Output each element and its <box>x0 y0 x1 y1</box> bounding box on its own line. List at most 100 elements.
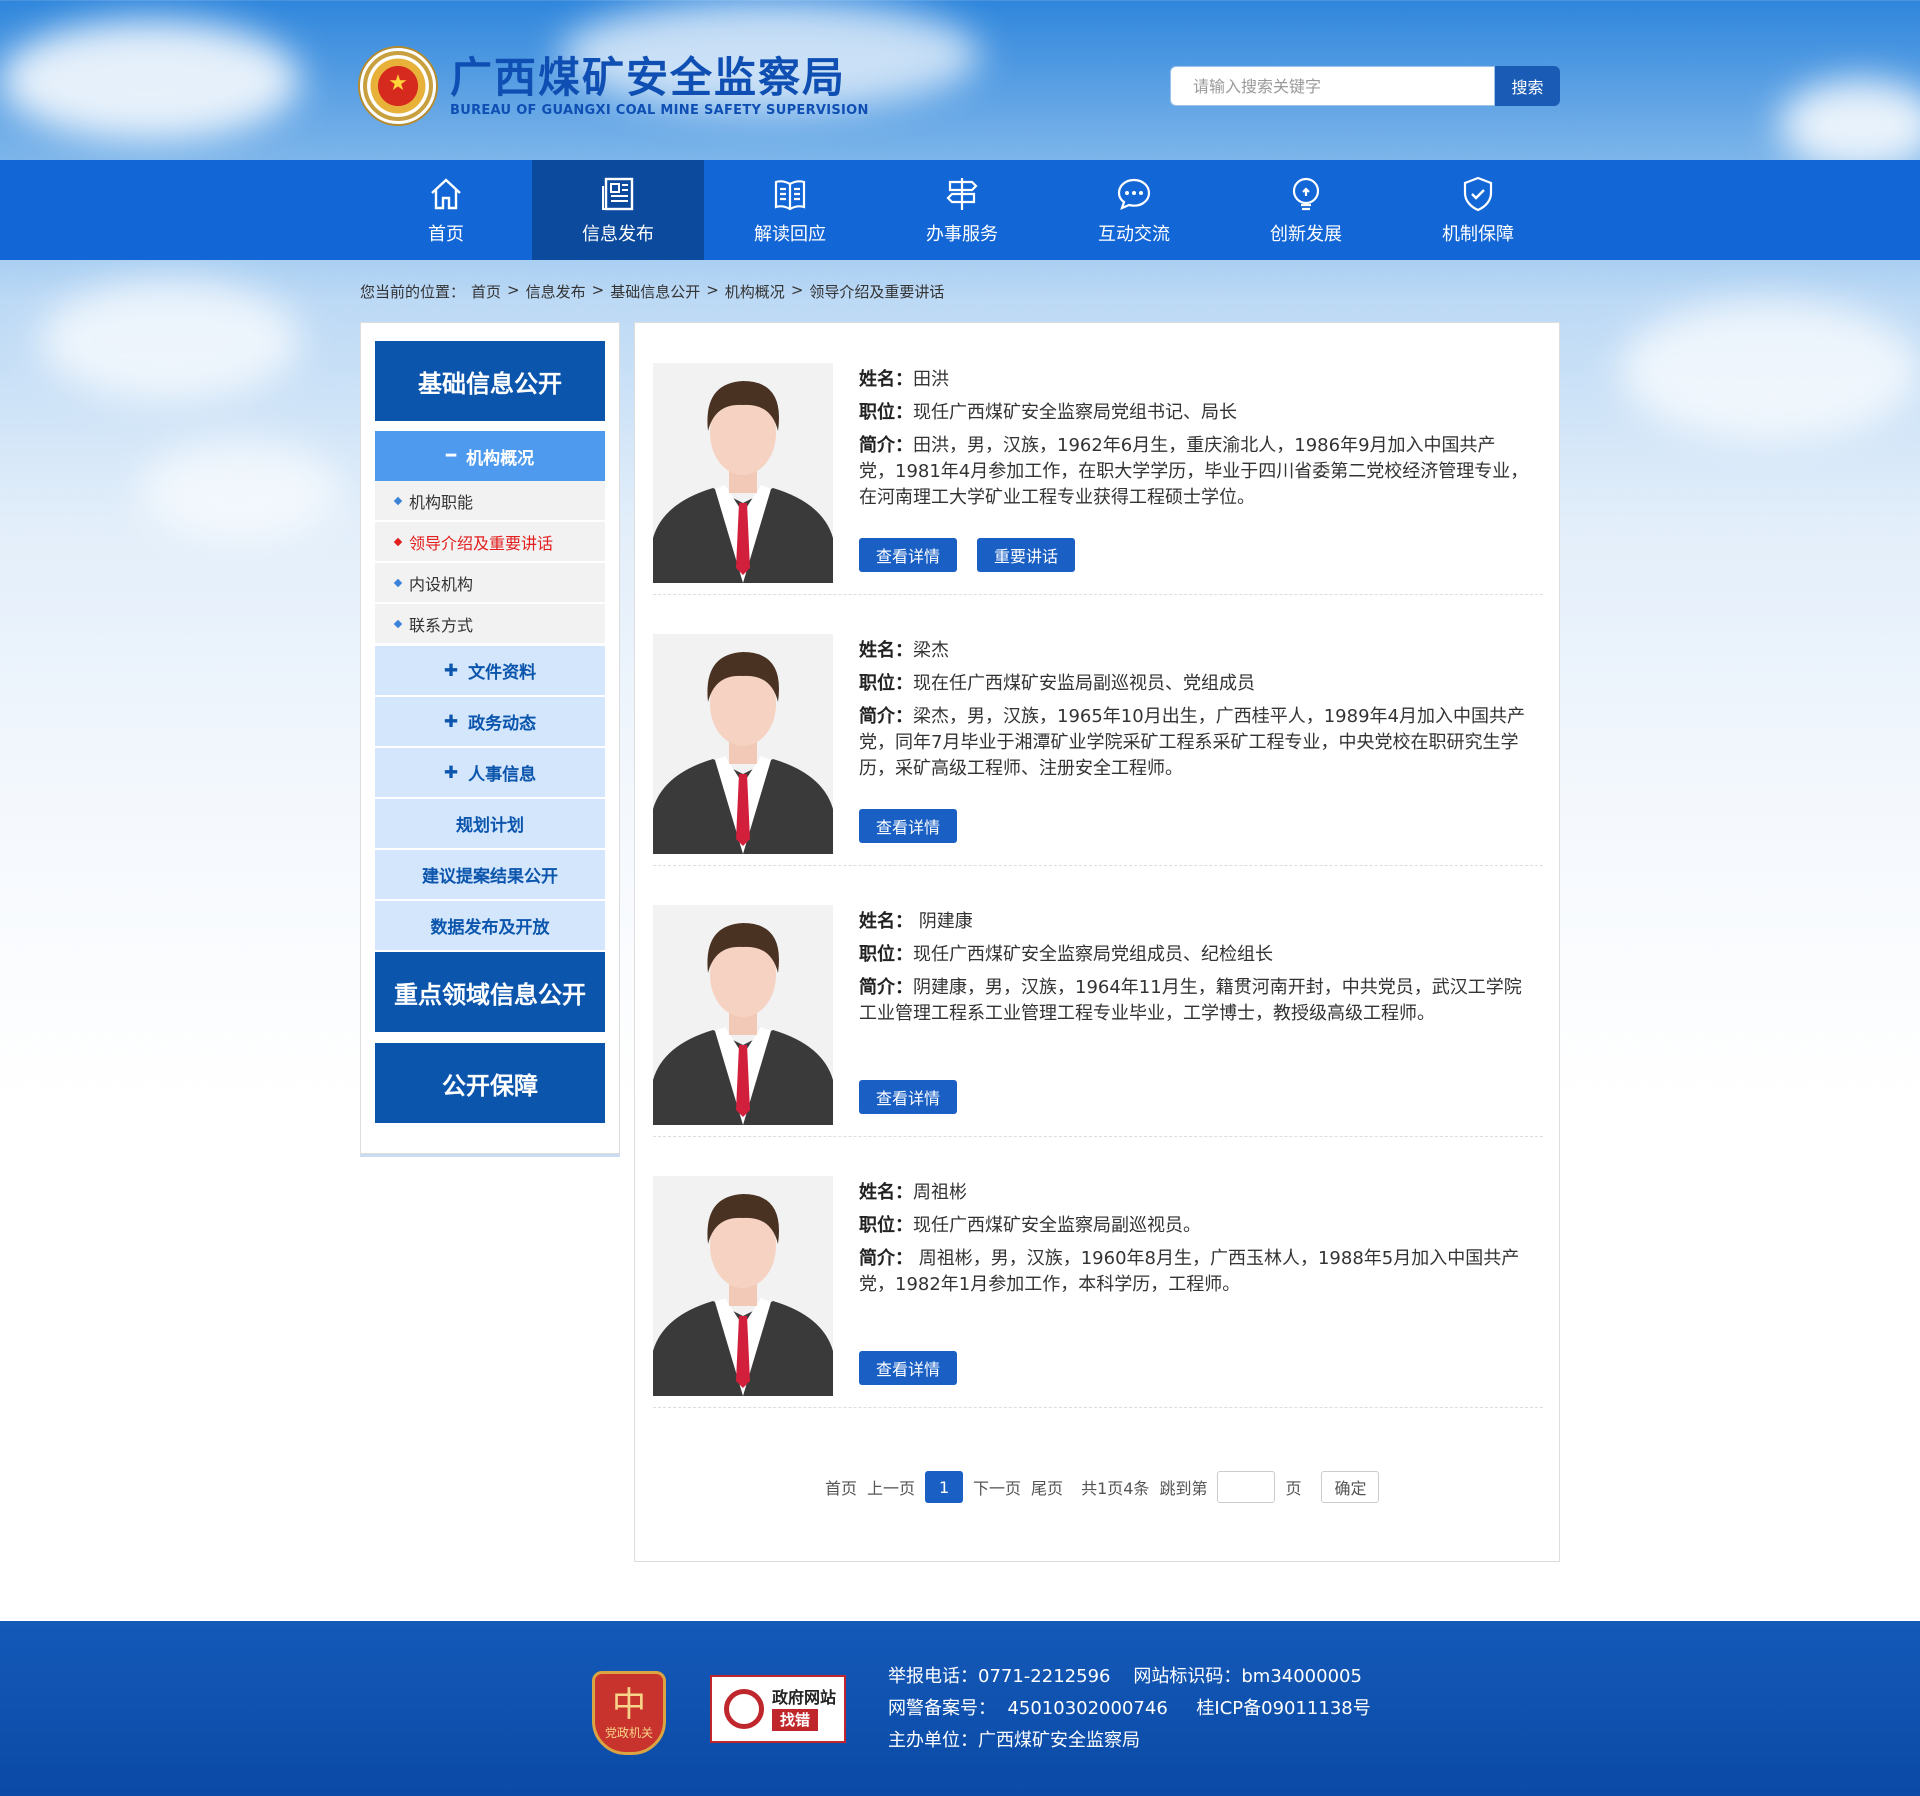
sidebar-item-proposals[interactable]: 建议提案结果公开 <box>375 850 605 900</box>
leader-avatar <box>653 363 833 583</box>
breadcrumb-link[interactable]: 信息发布 <box>526 281 586 302</box>
diamond-bullet-icon <box>393 496 403 505</box>
gov-site-error-badge[interactable]: 政府网站 找错 <box>710 1675 846 1743</box>
nav-innovation[interactable]: 创新发展 <box>1220 160 1392 260</box>
breadcrumb-link[interactable]: 首页 <box>471 281 501 302</box>
sidebar-section-key-areas[interactable]: 重点领域信息公开 <box>375 952 605 1032</box>
minus-icon: ━ <box>445 446 457 466</box>
sidebar-leaf-contact[interactable]: 联系方式 <box>375 604 605 644</box>
sidebar-item-gov-news[interactable]: ✚ 政务动态 <box>375 697 605 747</box>
leader-card: 姓名： 阴建康 职位：现任广西煤矿安全监察局党组成员、纪检组长 简介：阴建康，男… <box>653 865 1543 1137</box>
leader-avatar <box>653 905 833 1125</box>
footer: 中 党政机关 政府网站 找错 举报电话：0771-2212596 网站标识码：b… <box>0 1621 1920 1796</box>
sidebar-leaf-leaders[interactable]: 领导介绍及重要讲话 <box>375 522 605 562</box>
cloud-decoration <box>1780 80 1920 170</box>
book-icon <box>774 180 806 211</box>
first-page-link[interactable]: 首页 <box>825 1475 857 1499</box>
sidebar-leaf-functions[interactable]: 机构职能 <box>375 481 605 521</box>
position-label: 职位： <box>859 673 913 694</box>
main-nav: 首页 信息发布 解读回应 办事服务 互动交流 创新发展 机制保障 <box>0 160 1920 260</box>
view-details-button[interactable]: 查看详情 <box>859 1080 958 1114</box>
breadcrumb-current[interactable]: 领导介绍及重要讲话 <box>809 281 944 302</box>
sidebar-item-data-release[interactable]: 数据发布及开放 <box>375 901 605 951</box>
breadcrumb-separator: > <box>507 281 520 299</box>
sidebar-section-guarantee[interactable]: 公开保障 <box>375 1043 605 1123</box>
name-label: 姓名： <box>859 1182 913 1203</box>
party-gov-badge[interactable]: 中 党政机关 <box>592 1671 666 1755</box>
site-title-en: BUREAU OF GUANGXI COAL MINE SAFETY SUPER… <box>450 102 869 118</box>
next-page-link[interactable]: 下一页 <box>973 1475 1021 1499</box>
leader-list: 姓名：田洪 职位：现任广西煤矿安全监察局党组书记、局长 简介：田洪，男，汉族，1… <box>634 322 1560 1562</box>
party-gov-emblem-icon: 中 <box>612 1684 646 1725</box>
leader-intro: 田洪，男，汉族，1962年6月生，重庆渝北人，1986年9月加入中国共产党，19… <box>859 435 1529 508</box>
sidebar-leaf-departments[interactable]: 内设机构 <box>375 563 605 603</box>
intro-label: 简介： <box>859 1248 913 1269</box>
leader-name: 田洪 <box>913 369 949 390</box>
home-icon <box>431 178 461 210</box>
nav-services[interactable]: 办事服务 <box>876 160 1048 260</box>
view-details-button[interactable]: 查看详情 <box>859 809 958 843</box>
sidebar-item-planning[interactable]: 规划计划 <box>375 799 605 849</box>
cloud-decoration <box>1620 300 1920 440</box>
important-speech-button[interactable]: 重要讲话 <box>977 538 1076 572</box>
leader-intro: 阴建康，男，汉族，1964年11月生，籍贯河南开封，中共党员，武汉工学院工业管理… <box>859 977 1522 1024</box>
intro-label: 简介： <box>859 706 913 727</box>
nav-label: 办事服务 <box>926 224 998 245</box>
diamond-bullet-icon <box>393 537 403 546</box>
chat-icon <box>1117 178 1151 210</box>
badge-label: 政府网站 <box>772 1688 837 1707</box>
badge-label: 党政机关 <box>604 1725 653 1740</box>
sidebar-leaf-label: 内设机构 <box>409 574 474 594</box>
nav-label: 机制保障 <box>1442 224 1514 245</box>
breadcrumb-link[interactable]: 机构概况 <box>725 281 785 302</box>
name-label: 姓名： <box>859 911 913 932</box>
view-details-button[interactable]: 查看详情 <box>859 1351 958 1385</box>
breadcrumb-link[interactable]: 基础信息公开 <box>610 281 700 302</box>
leader-card: 姓名：梁杰 职位：现在任广西煤矿安监局副巡视员、党组成员 简介：梁杰，男，汉族，… <box>653 594 1543 866</box>
leader-intro: 周祖彬，男，汉族，1960年8月生，广西玉林人，1988年5月加入中国共产党，1… <box>859 1248 1520 1295</box>
leader-intro: 梁杰，男，汉族，1965年10月出生，广西桂平人，1989年4月加入中国共产党，… <box>859 706 1525 779</box>
leader-name: 阴建康 <box>913 911 973 932</box>
jump-suffix: 页 <box>1285 1479 1302 1498</box>
site-title: 广西煤矿安全监察局 <box>450 52 847 102</box>
prev-page-link[interactable]: 上一页 <box>867 1475 915 1499</box>
leader-card: 姓名：周祖彬 职位：现任广西煤矿安全监察局副巡视员。 简介： 周祖彬，男，汉族，… <box>653 1136 1543 1408</box>
leader-position: 现任广西煤矿安全监察局党组成员、纪检组长 <box>913 944 1273 965</box>
nav-info-release[interactable]: 信息发布 <box>532 160 704 260</box>
sidebar-leaf-label: 领导介绍及重要讲话 <box>409 533 554 553</box>
jump-confirm-button[interactable]: 确定 <box>1321 1471 1380 1503</box>
leader-name: 周祖彬 <box>913 1182 967 1203</box>
nav-mechanism[interactable]: 机制保障 <box>1392 160 1564 260</box>
sidebar-item-personnel[interactable]: ✚ 人事信息 <box>375 748 605 798</box>
intro-label: 简介： <box>859 977 913 998</box>
nav-interaction[interactable]: 互动交流 <box>1048 160 1220 260</box>
breadcrumb-separator: > <box>790 281 804 299</box>
sidebar-section-basic-info[interactable]: 基础信息公开 <box>375 341 605 421</box>
search-button[interactable]: 搜索 <box>1495 66 1560 106</box>
nav-interpretation[interactable]: 解读回应 <box>704 160 876 260</box>
view-details-button[interactable]: 查看详情 <box>859 538 958 572</box>
leader-card: 姓名：田洪 职位：现任广西煤矿安全监察局党组书记、局长 简介：田洪，男，汉族，1… <box>653 323 1543 595</box>
person-avatar-icon <box>653 1176 833 1396</box>
sidebar-item-org-overview[interactable]: ━ 机构概况 <box>375 431 605 481</box>
position-label: 职位： <box>859 402 913 423</box>
badge-label: 找错 <box>772 1709 819 1731</box>
nav-home[interactable]: 首页 <box>360 160 532 260</box>
sidebar-item-label: 机构概况 <box>466 448 535 469</box>
sidebar-item-documents[interactable]: ✚ 文件资料 <box>375 646 605 696</box>
breadcrumb-separator: > <box>591 281 605 299</box>
last-page-link[interactable]: 尾页 <box>1031 1475 1063 1499</box>
name-label: 姓名： <box>859 369 913 390</box>
sidebar-item-label: 数据发布及开放 <box>430 918 550 938</box>
search-input[interactable] <box>1170 66 1495 106</box>
jump-prefix: 跳到第 <box>1159 1479 1208 1498</box>
site-logo[interactable]: ★ 广西煤矿安全监察局 BUREAU OF GUANGXI COAL MINE … <box>360 48 869 124</box>
nav-label: 创新发展 <box>1270 224 1342 245</box>
sidebar-item-label: 人事信息 <box>468 765 537 785</box>
footer-record-line: 网警备案号： 45010302000746 桂ICP备09011138号 <box>888 1698 1371 1719</box>
page-summary: 共1页4条 <box>1081 1479 1150 1498</box>
page-jump-input[interactable] <box>1217 1471 1276 1503</box>
current-page-button[interactable]: 1 <box>925 1471 964 1503</box>
person-avatar-icon <box>653 363 833 583</box>
plus-icon: ✚ <box>443 711 459 732</box>
